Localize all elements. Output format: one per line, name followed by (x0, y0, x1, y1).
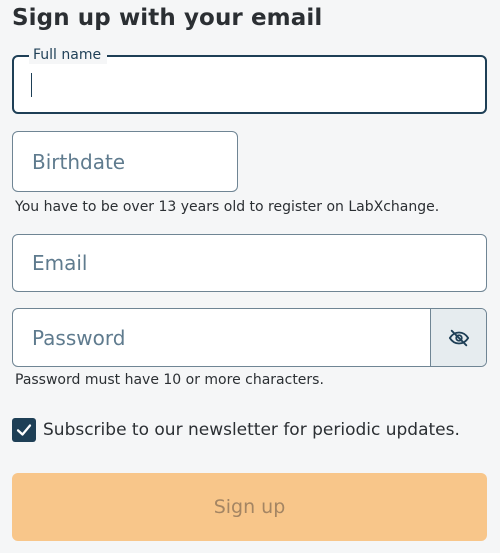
sign-up-button[interactable]: Sign up (12, 473, 487, 541)
birthdate-help-text: You have to be over 13 years old to regi… (15, 199, 440, 215)
birthdate-field[interactable]: Birthdate (12, 131, 238, 192)
newsletter-label: Subscribe to our newsletter for periodic… (43, 420, 460, 440)
text-cursor (31, 73, 32, 97)
password-help-text: Password must have 10 or more characters… (15, 372, 324, 388)
checkmark-icon (16, 424, 32, 436)
birthdate-placeholder: Birthdate (32, 149, 126, 174)
email-field[interactable]: Email (12, 234, 487, 292)
full-name-field[interactable]: Full name (12, 46, 487, 114)
eye-slash-icon (448, 329, 469, 346)
page-title: Sign up with your email (12, 5, 323, 31)
password-field[interactable]: Password (12, 308, 487, 367)
toggle-password-visibility-button[interactable] (430, 309, 486, 366)
email-placeholder: Email (32, 251, 88, 275)
password-placeholder: Password (32, 325, 126, 350)
signup-page: Sign up with your email Full name Birthd… (0, 0, 500, 553)
full-name-label: Full name (29, 46, 108, 64)
newsletter-option[interactable]: Subscribe to our newsletter for periodic… (12, 418, 460, 442)
newsletter-checkbox[interactable] (12, 418, 36, 442)
